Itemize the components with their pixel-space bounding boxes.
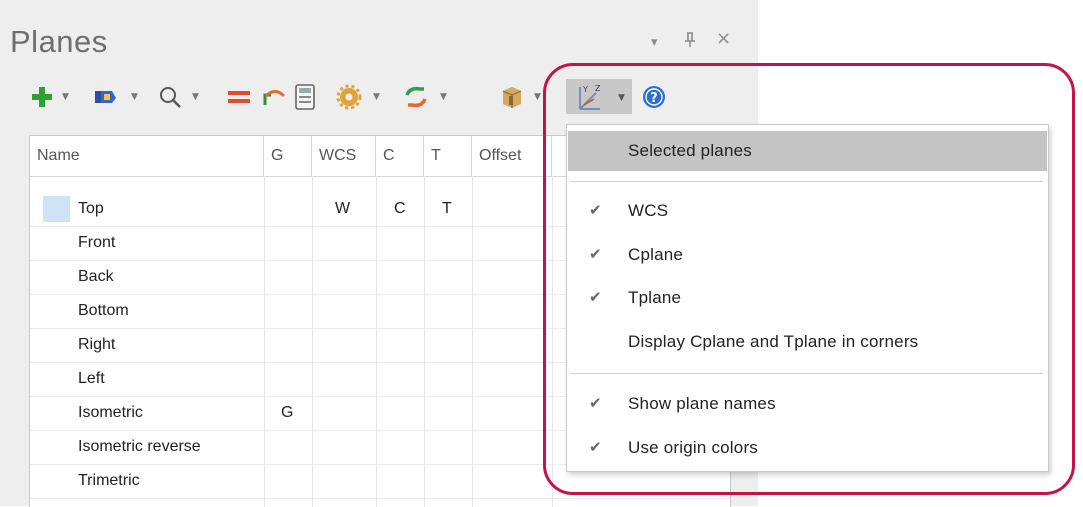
settings-dropdown-arrow[interactable]: ▼ — [373, 93, 380, 102]
view-dropdown-arrow[interactable]: ▼ — [131, 93, 138, 102]
settings-button[interactable] — [335, 78, 363, 116]
plane-name: Trimetric — [78, 472, 140, 489]
calculator-icon — [295, 84, 315, 110]
column-header-t[interactable]: T — [424, 136, 472, 176]
plane-name: Top — [78, 200, 104, 217]
selected-row-marker — [43, 196, 70, 222]
search-icon — [160, 87, 181, 108]
column-header-g[interactable]: G — [264, 136, 312, 176]
cube-icon — [502, 87, 522, 108]
equals-button[interactable] — [225, 78, 253, 116]
plane-name: Front — [78, 234, 116, 251]
close-icon[interactable]: × — [716, 30, 731, 48]
column-header-wcs[interactable]: WCS — [312, 136, 376, 176]
search-dropdown-arrow[interactable]: ▼ — [192, 93, 199, 102]
plane-t-flag: T — [442, 200, 452, 217]
calculator-button[interactable] — [292, 78, 318, 116]
refresh-icon — [405, 86, 427, 108]
plane-name: Left — [78, 370, 105, 387]
panel-menu-chevron-icon[interactable]: ▾ — [651, 35, 658, 51]
add-dropdown-arrow[interactable]: ▼ — [62, 93, 69, 102]
plane-g-flag: G — [281, 404, 294, 421]
plane-name: Right — [78, 336, 116, 353]
panel-title: Planes — [10, 24, 108, 59]
column-header-name[interactable]: Name — [30, 136, 264, 176]
plane-name: Isometric reverse — [78, 438, 201, 455]
plane-name: Back — [78, 268, 114, 285]
plane-name: Bottom — [78, 302, 129, 319]
plane-name: Isometric — [78, 404, 143, 421]
column-header-offset[interactable]: Offset — [472, 136, 552, 176]
cube-dropdown-arrow[interactable]: ▼ — [534, 93, 541, 102]
pin-icon[interactable] — [683, 32, 697, 51]
refresh-dropdown-arrow[interactable]: ▼ — [440, 93, 447, 102]
plane-wcs-flag: W — [335, 200, 351, 217]
view-button[interactable] — [92, 78, 120, 116]
add-plane-button[interactable] — [30, 78, 54, 116]
equals-icon — [228, 91, 250, 103]
plane-c-flag: C — [394, 200, 406, 217]
undo-button[interactable] — [260, 78, 288, 116]
column-header-c[interactable]: C — [376, 136, 424, 176]
gear-icon — [336, 84, 362, 110]
add-icon — [32, 87, 52, 107]
undo-icon — [263, 90, 286, 105]
highlight-annotation — [543, 63, 1075, 495]
view-icon — [95, 91, 116, 103]
search-button[interactable] — [157, 78, 185, 116]
refresh-button[interactable] — [402, 78, 430, 116]
cube-button[interactable] — [498, 78, 526, 116]
